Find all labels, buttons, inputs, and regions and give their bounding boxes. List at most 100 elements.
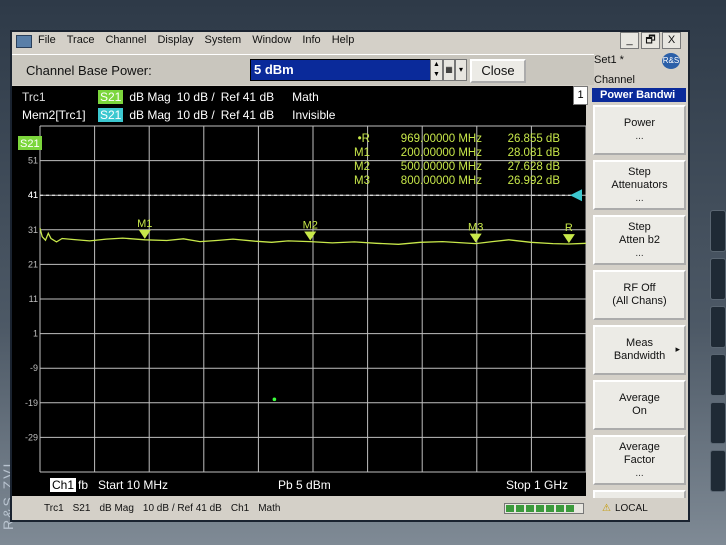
- marker-table-value: 26.992 dB: [508, 175, 561, 187]
- y-tick-label: -29: [25, 432, 38, 442]
- menu-item-system[interactable]: System: [205, 34, 242, 46]
- y-tick-label: 1: [33, 329, 38, 339]
- hardware-key[interactable]: [710, 258, 726, 300]
- trace-row[interactable]: Mem2[Trc1] S21 dB Mag 10 dB / Ref 41 dB …: [22, 106, 341, 123]
- progress-segment: [526, 505, 534, 512]
- channel-tag[interactable]: Ch1: [50, 478, 77, 492]
- channel-base-power-input[interactable]: 5 dBm: [250, 59, 433, 81]
- spin-buttons[interactable]: ▲ ▼: [430, 59, 443, 81]
- trace-format: dB Mag: [129, 107, 171, 122]
- softkey-average[interactable]: Average Factor...: [593, 435, 686, 485]
- restore-button[interactable]: 🗗: [641, 32, 660, 49]
- softkey-label: Atten b2: [619, 233, 660, 246]
- diagram-area[interactable]: 51 41 31 21 11 1 -9 -19 -29 S21 41 M1 M2 M3 R •R 969.000…: [12, 124, 586, 474]
- marker-table-frequency: 500.00000 MHz: [401, 161, 482, 173]
- trace-name: Mem2[Trc1]: [22, 107, 86, 122]
- start-frequency[interactable]: Start 10 MHz: [98, 478, 168, 492]
- softkey-label: Average: [619, 440, 660, 453]
- softkey-label: Average: [619, 392, 660, 404]
- trace-state: Invisible: [292, 107, 336, 122]
- softkey-meas[interactable]: Meas Bandwidth ▸: [593, 325, 686, 375]
- submenu-arrow-icon: ▸: [675, 344, 680, 354]
- hardware-key[interactable]: [710, 450, 726, 492]
- y-tick-label: 11: [29, 294, 38, 304]
- hardware-key[interactable]: [710, 402, 726, 444]
- dropdown-icon[interactable]: ▾: [455, 59, 467, 81]
- softkey-label: Power: [623, 117, 656, 129]
- status-item: dB Mag: [99, 503, 134, 514]
- softkey-average[interactable]: Average On: [593, 380, 686, 430]
- softkey-menu-title: Channel: [594, 74, 635, 86]
- softkey-panel: Power... Step Attenuators... Step Atten b2..…: [593, 105, 686, 520]
- softkey-power[interactable]: Power...: [593, 105, 686, 155]
- status-bar: Trc1 S21 dB Mag 10 dB / Ref 41 dB Ch1 Math ⚠ L…: [12, 498, 688, 520]
- warning-icon: ⚠: [602, 503, 611, 514]
- y-tick-label: -9: [30, 363, 38, 373]
- progress-segment: [536, 505, 544, 512]
- marker-table-name: •R: [358, 133, 370, 145]
- softkey-step[interactable]: Step Atten b2...: [593, 215, 686, 265]
- marker-m3-label: M3: [468, 222, 483, 234]
- softkey-label: Step: [628, 220, 651, 233]
- y-tick-label: 31: [28, 225, 38, 235]
- marker-m2-triangle: [304, 231, 317, 241]
- marker-table-name: M1: [354, 147, 370, 159]
- y-tick-label: 21: [28, 259, 38, 269]
- stop-frequency[interactable]: Stop 1 GHz: [506, 478, 568, 492]
- hardware-key[interactable]: [710, 354, 726, 396]
- status-item: Ch1: [230, 503, 250, 514]
- numeric-entry-bar: Channel Base Power: 5 dBm ▲ ▼ ▦ ▾ Close: [12, 54, 594, 85]
- sweep-progress-bar: [504, 503, 584, 514]
- marker-table-frequency: 969.00000 MHz: [401, 133, 482, 145]
- port-power[interactable]: Pb 5 dBm: [278, 478, 331, 492]
- trace-tag: S21: [20, 138, 40, 150]
- menu-item-info[interactable]: Info: [302, 34, 320, 46]
- trace-ref: Ref 41 dB: [220, 89, 275, 104]
- channel-bar: Ch1 fb Start 10 MHz Pb 5 dBm Stop 1 GHz: [12, 474, 586, 496]
- marker-r-label: R: [565, 222, 573, 234]
- progress-segment: [516, 505, 524, 512]
- keypad-icon[interactable]: ▦: [443, 59, 455, 81]
- trace-chart: 51413121111-9-19-29S2141M1 M2 M3 R•R 969.000…: [18, 125, 586, 473]
- marker-m1-label: M1: [137, 218, 152, 230]
- softkey-dots: ...: [635, 467, 644, 479]
- softkey-label: Factor: [623, 453, 656, 466]
- menu-item-window[interactable]: Window: [252, 34, 291, 46]
- marker-table-frequency: 200.00000 MHz: [401, 147, 482, 159]
- status-item: Trc1: [44, 503, 64, 514]
- marker-table-value: 28.081 dB: [508, 147, 561, 159]
- system-menu-icon[interactable]: [16, 35, 32, 48]
- close-window-button[interactable]: X: [662, 32, 681, 49]
- menu-item-trace[interactable]: Trace: [67, 34, 95, 46]
- close-button[interactable]: Close: [470, 59, 526, 83]
- stray-point: [272, 397, 277, 402]
- minimize-button[interactable]: _: [620, 32, 639, 49]
- softkey-label: (All Chans): [612, 295, 667, 307]
- trace-param-badge[interactable]: S21: [98, 89, 124, 104]
- softkey-dots: ...: [635, 247, 644, 259]
- entry-label: Channel Base Power:: [26, 63, 152, 78]
- status-item: Math: [258, 503, 281, 514]
- softkey-label: Meas: [626, 337, 653, 349]
- hardware-key[interactable]: [710, 306, 726, 348]
- trace-row[interactable]: Trc1 S21 dB Mag 10 dB / Ref 41 dB Math: [22, 88, 325, 105]
- menu-item-file[interactable]: File: [38, 34, 56, 46]
- softkey-rf-off[interactable]: RF Off (All Chans): [593, 270, 686, 320]
- local-label: LOCAL: [614, 503, 648, 514]
- hardware-key[interactable]: [710, 210, 726, 252]
- fb-label: fb: [78, 478, 89, 492]
- menu-item-channel[interactable]: Channel: [105, 34, 146, 46]
- status-item: S21: [72, 503, 91, 514]
- menu-item-help[interactable]: Help: [332, 34, 355, 46]
- trace-param-badge[interactable]: S21: [98, 107, 124, 122]
- softkey-label: Step: [628, 165, 651, 178]
- window-buttons: _ 🗗 X: [620, 32, 681, 49]
- softkey-label: On: [632, 405, 647, 417]
- marker-table-name: M3: [354, 175, 370, 187]
- diagram-number-tab[interactable]: 1: [573, 86, 588, 105]
- menu-item-display[interactable]: Display: [157, 34, 193, 46]
- trace-ref: Ref 41 dB: [220, 107, 275, 122]
- softkey-step[interactable]: Step Attenuators...: [593, 160, 686, 210]
- marker-m2-label: M2: [303, 219, 318, 231]
- y-tick-label: -19: [25, 398, 38, 408]
